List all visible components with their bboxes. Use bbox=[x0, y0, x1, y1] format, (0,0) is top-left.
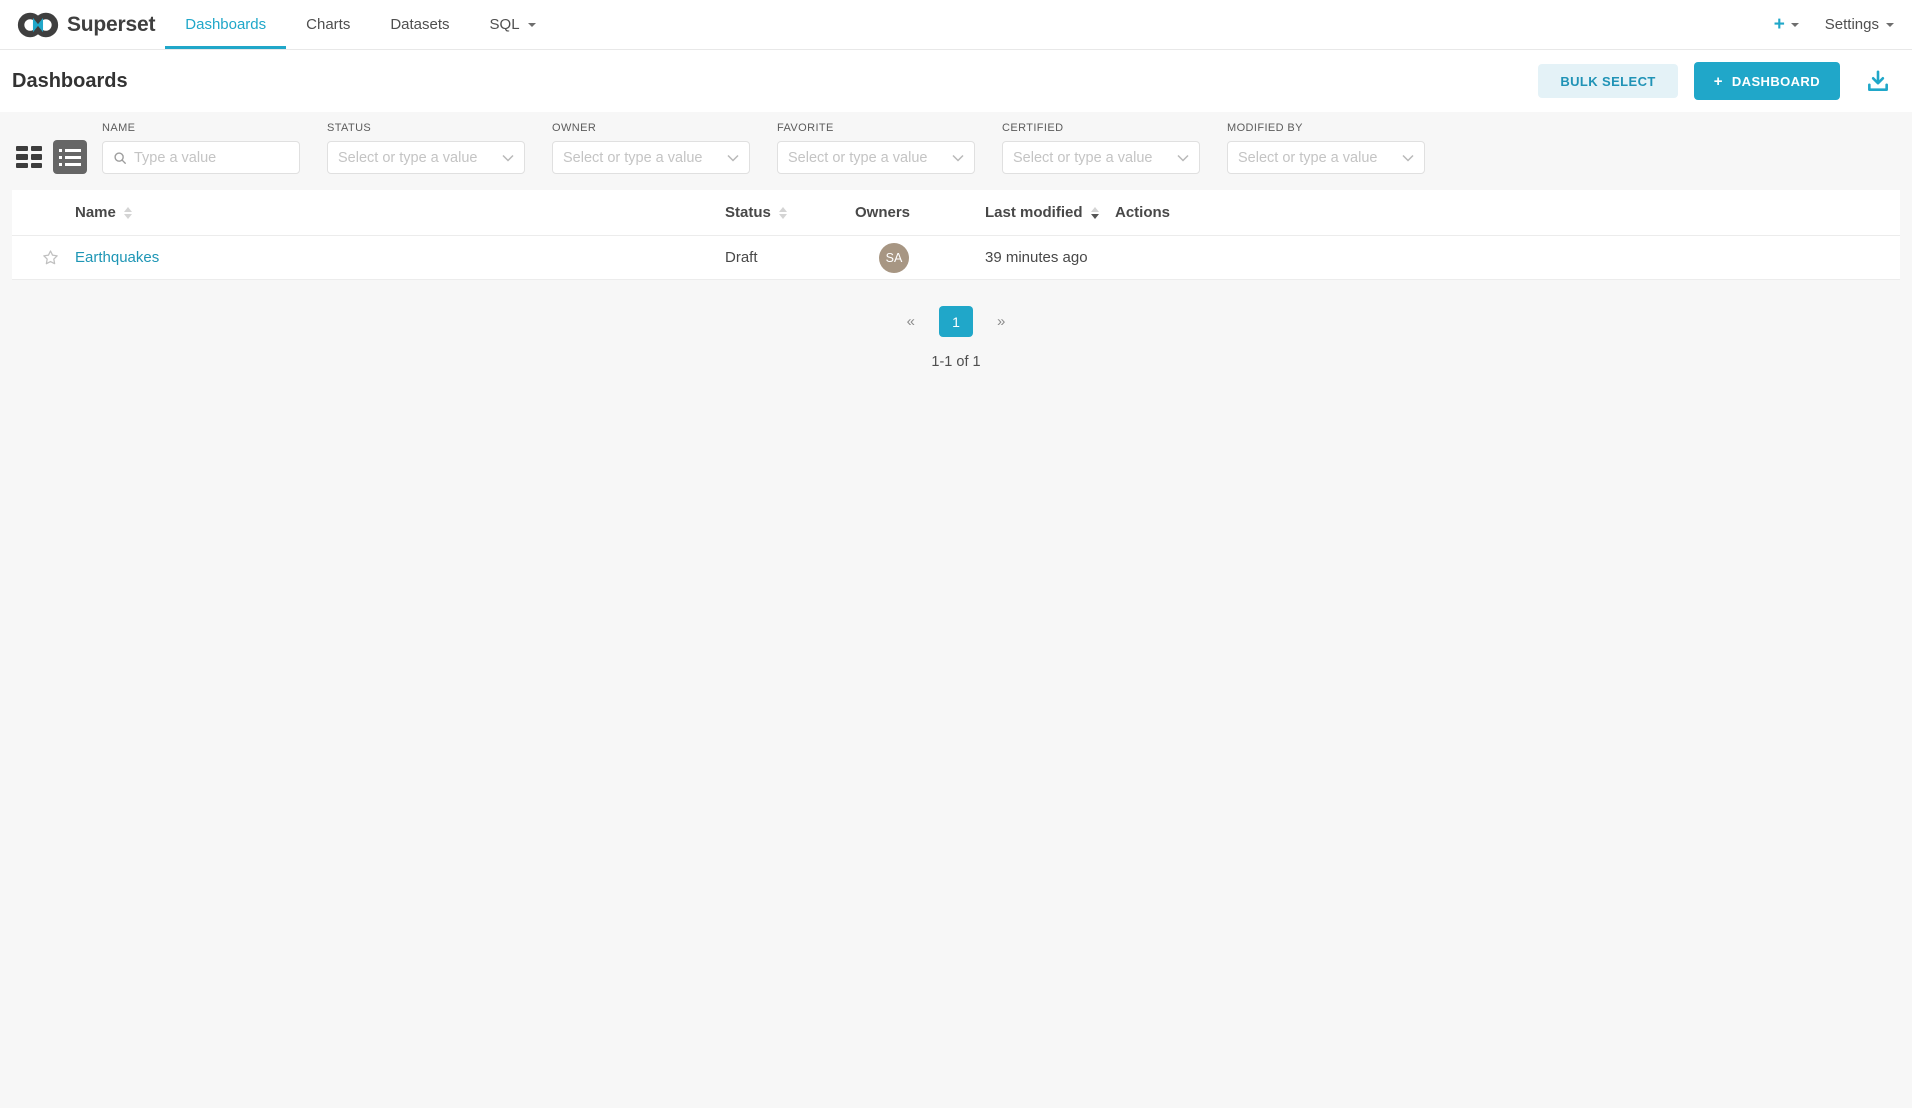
nav-tab-label: Charts bbox=[306, 16, 350, 33]
column-label: Last modified bbox=[985, 204, 1083, 221]
sort-desc-icon bbox=[1091, 207, 1099, 219]
nav-tab-sql[interactable]: SQL bbox=[470, 0, 556, 49]
name-search-field bbox=[102, 141, 300, 174]
status-filter-select[interactable]: Select or type a value bbox=[327, 141, 525, 174]
pagination: « 1 » 1-1 of 1 bbox=[0, 280, 1912, 370]
chevron-down-icon bbox=[952, 154, 964, 162]
column-header-owners: Owners bbox=[855, 204, 985, 221]
nav-tab-label: Datasets bbox=[390, 16, 449, 33]
search-icon bbox=[113, 151, 127, 165]
favorite-star-icon[interactable] bbox=[42, 249, 59, 266]
plus-icon: + bbox=[1774, 15, 1785, 34]
chevron-down-icon bbox=[1177, 154, 1189, 162]
owner-filter-select[interactable]: Select or type a value bbox=[552, 141, 750, 174]
pager: « 1 » bbox=[903, 306, 1010, 337]
brand-name: Superset bbox=[67, 13, 155, 37]
owner-avatar: SA bbox=[879, 243, 909, 273]
dashboards-table: Name Status Owners Last modified Actions bbox=[12, 190, 1900, 280]
certified-filter-select[interactable]: Select or type a value bbox=[1002, 141, 1200, 174]
chevron-down-icon bbox=[1791, 23, 1799, 27]
previous-page-button[interactable]: « bbox=[903, 311, 919, 332]
table-header-row: Name Status Owners Last modified Actions bbox=[12, 190, 1900, 236]
settings-label: Settings bbox=[1825, 16, 1879, 33]
sort-icon bbox=[779, 207, 787, 219]
nav-tab-charts[interactable]: Charts bbox=[286, 0, 370, 49]
column-header-name[interactable]: Name bbox=[75, 204, 725, 221]
nav-tab-label: Dashboards bbox=[185, 16, 266, 33]
filter-label: NAME bbox=[102, 122, 300, 134]
page-header: Dashboards BULK SELECT + DASHBOARD bbox=[0, 50, 1912, 112]
filter-bar: NAME STATUS Select or type a value OWNER… bbox=[0, 112, 1912, 190]
card-view-icon[interactable] bbox=[15, 145, 43, 169]
column-header-last-modified[interactable]: Last modified bbox=[985, 204, 1115, 221]
favorite-filter-select[interactable]: Select or type a value bbox=[777, 141, 975, 174]
list-view-icon[interactable] bbox=[53, 140, 87, 174]
select-placeholder: Select or type a value bbox=[338, 150, 496, 166]
select-placeholder: Select or type a value bbox=[563, 150, 721, 166]
filter-group-status: STATUS Select or type a value bbox=[327, 122, 525, 174]
page-title: Dashboards bbox=[12, 70, 128, 93]
column-label: Status bbox=[725, 204, 771, 221]
select-placeholder: Select or type a value bbox=[788, 150, 946, 166]
dashboard-name-link[interactable]: Earthquakes bbox=[75, 249, 159, 266]
settings-menu-button[interactable]: Settings bbox=[1825, 16, 1894, 33]
dashboard-name-cell: Earthquakes bbox=[75, 249, 725, 266]
navbar-right: + Settings bbox=[1774, 0, 1912, 49]
navbar: Superset Dashboards Charts Datasets SQL … bbox=[0, 0, 1912, 50]
pagination-summary: 1-1 of 1 bbox=[931, 354, 980, 370]
sort-icon bbox=[124, 207, 132, 219]
chevron-down-icon bbox=[528, 23, 536, 27]
filter-group-owner: OWNER Select or type a value bbox=[552, 122, 750, 174]
filter-label: MODIFIED BY bbox=[1227, 122, 1425, 134]
select-placeholder: Select or type a value bbox=[1013, 150, 1171, 166]
import-dashboards-button[interactable] bbox=[1864, 68, 1892, 94]
view-mode-toggles bbox=[15, 140, 87, 174]
new-dashboard-button[interactable]: + DASHBOARD bbox=[1694, 62, 1840, 100]
filter-group-modified-by: MODIFIED BY Select or type a value bbox=[1227, 122, 1425, 174]
chevron-down-icon bbox=[502, 154, 514, 162]
nav-tab-datasets[interactable]: Datasets bbox=[370, 0, 469, 49]
download-icon bbox=[1864, 68, 1892, 94]
column-label: Actions bbox=[1115, 204, 1170, 221]
superset-logo[interactable]: Superset bbox=[15, 0, 155, 49]
last-modified-cell: 39 minutes ago bbox=[985, 249, 1115, 266]
nav-tab-dashboards[interactable]: Dashboards bbox=[165, 0, 286, 49]
column-label: Name bbox=[75, 204, 116, 221]
main-nav: Dashboards Charts Datasets SQL bbox=[165, 0, 555, 49]
filter-group-favorite: FAVORITE Select or type a value bbox=[777, 122, 975, 174]
filter-label: FAVORITE bbox=[777, 122, 975, 134]
owners-cell: SA bbox=[855, 243, 985, 273]
column-label: Owners bbox=[855, 204, 910, 221]
chevron-down-icon bbox=[1402, 154, 1414, 162]
status-cell: Draft bbox=[725, 249, 855, 266]
bulk-select-button[interactable]: BULK SELECT bbox=[1538, 64, 1677, 98]
table-row: Earthquakes Draft SA 39 minutes ago bbox=[12, 236, 1900, 280]
header-actions: BULK SELECT + DASHBOARD bbox=[1538, 62, 1892, 100]
filter-group-name: NAME bbox=[102, 122, 300, 174]
new-item-menu-button[interactable]: + bbox=[1774, 15, 1799, 34]
column-header-actions: Actions bbox=[1115, 204, 1900, 221]
nav-tab-label: SQL bbox=[490, 16, 520, 33]
chevron-down-icon bbox=[727, 154, 739, 162]
next-page-button[interactable]: » bbox=[993, 311, 1009, 332]
new-dashboard-label: DASHBOARD bbox=[1732, 74, 1820, 89]
favorite-cell bbox=[12, 249, 75, 266]
filter-label: STATUS bbox=[327, 122, 525, 134]
chevron-down-icon bbox=[1886, 23, 1894, 27]
column-header-status[interactable]: Status bbox=[725, 204, 855, 221]
filter-group-certified: CERTIFIED Select or type a value bbox=[1002, 122, 1200, 174]
plus-icon: + bbox=[1714, 73, 1723, 90]
page-1-button[interactable]: 1 bbox=[939, 306, 973, 337]
filter-label: CERTIFIED bbox=[1002, 122, 1200, 134]
modified-by-filter-select[interactable]: Select or type a value bbox=[1227, 141, 1425, 174]
select-placeholder: Select or type a value bbox=[1238, 150, 1396, 166]
superset-infinity-icon bbox=[15, 10, 61, 40]
filter-label: OWNER bbox=[552, 122, 750, 134]
name-filter-input[interactable] bbox=[134, 150, 289, 166]
